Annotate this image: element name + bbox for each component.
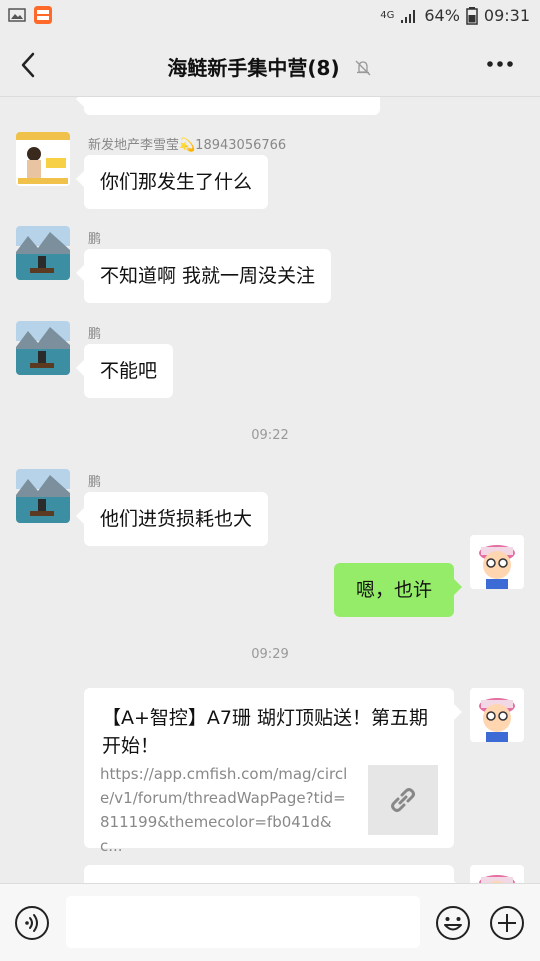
- message-bubble[interactable]: 不知道啊 我就一周没关注: [75, 249, 332, 303]
- avatar[interactable]: [16, 469, 70, 523]
- avatar[interactable]: [16, 321, 70, 375]
- plus-icon[interactable]: [489, 905, 525, 941]
- message-bubble[interactable]: 他们进货损耗也大: [75, 492, 269, 546]
- sender-name: 新发地产李雪莹💫18943056766: [88, 138, 287, 153]
- message-bubble[interactable]: 嗯，也许: [334, 563, 462, 617]
- link-card[interactable]: [84, 865, 462, 883]
- link-thumbnail: [368, 765, 438, 835]
- input-toolbar: [0, 883, 540, 961]
- avatar[interactable]: [16, 226, 70, 280]
- timestamp: 09:22: [251, 428, 289, 443]
- message-input[interactable]: [66, 896, 420, 948]
- link-card[interactable]: 【A+智控】A7珊 瑚灯顶贴送！第五期开始！ https://app.cmfis…: [84, 688, 462, 855]
- battery-percent: 64%: [424, 6, 460, 25]
- sender-name: 鹏: [88, 327, 102, 342]
- group-title-text: 海鲢新手集中营(8): [167, 56, 340, 80]
- partial-message-bubble[interactable]: [76, 97, 380, 115]
- shopping-app-icon: [34, 6, 52, 24]
- avatar[interactable]: [470, 535, 524, 589]
- gallery-icon: [8, 8, 26, 22]
- timestamp: 09:29: [251, 647, 289, 662]
- status-bar: 4G 64% 09:31: [0, 0, 540, 34]
- emoji-icon[interactable]: [435, 905, 471, 941]
- voice-icon[interactable]: [14, 905, 50, 941]
- avatar[interactable]: [470, 865, 524, 883]
- message-bubble[interactable]: 你们那发生了什么: [75, 155, 269, 209]
- group-title: 海鲢新手集中营(8): [0, 52, 540, 81]
- sender-name: 鹏: [88, 232, 102, 247]
- more-dots-icon[interactable]: [486, 60, 514, 68]
- message-bubble[interactable]: 不能吧: [75, 344, 174, 398]
- link-icon: [391, 788, 415, 812]
- status-time: 09:31: [483, 6, 530, 25]
- link-card-title: 【A+智控】A7珊 瑚灯顶贴送！第五期开始！: [102, 707, 429, 757]
- signal-icon: [401, 9, 416, 23]
- link-card-url: https://app.cmfish.com/mag/circle/v1/for…: [100, 765, 348, 855]
- battery-icon: [466, 6, 478, 25]
- chat-header: 海鲢新手集中营(8): [0, 34, 540, 97]
- status-right: 4G 64% 09:31: [380, 6, 530, 25]
- avatar[interactable]: [470, 688, 524, 742]
- chat-area[interactable]: 新发地产李雪莹💫18943056766 你们那发生了什么 鹏 不知道啊 我就一周…: [0, 97, 540, 883]
- bell-off-icon: [355, 60, 371, 76]
- status-left: [8, 6, 52, 24]
- avatar[interactable]: [16, 132, 70, 186]
- network-label: 4G: [380, 9, 395, 21]
- sender-name: 鹏: [88, 475, 102, 490]
